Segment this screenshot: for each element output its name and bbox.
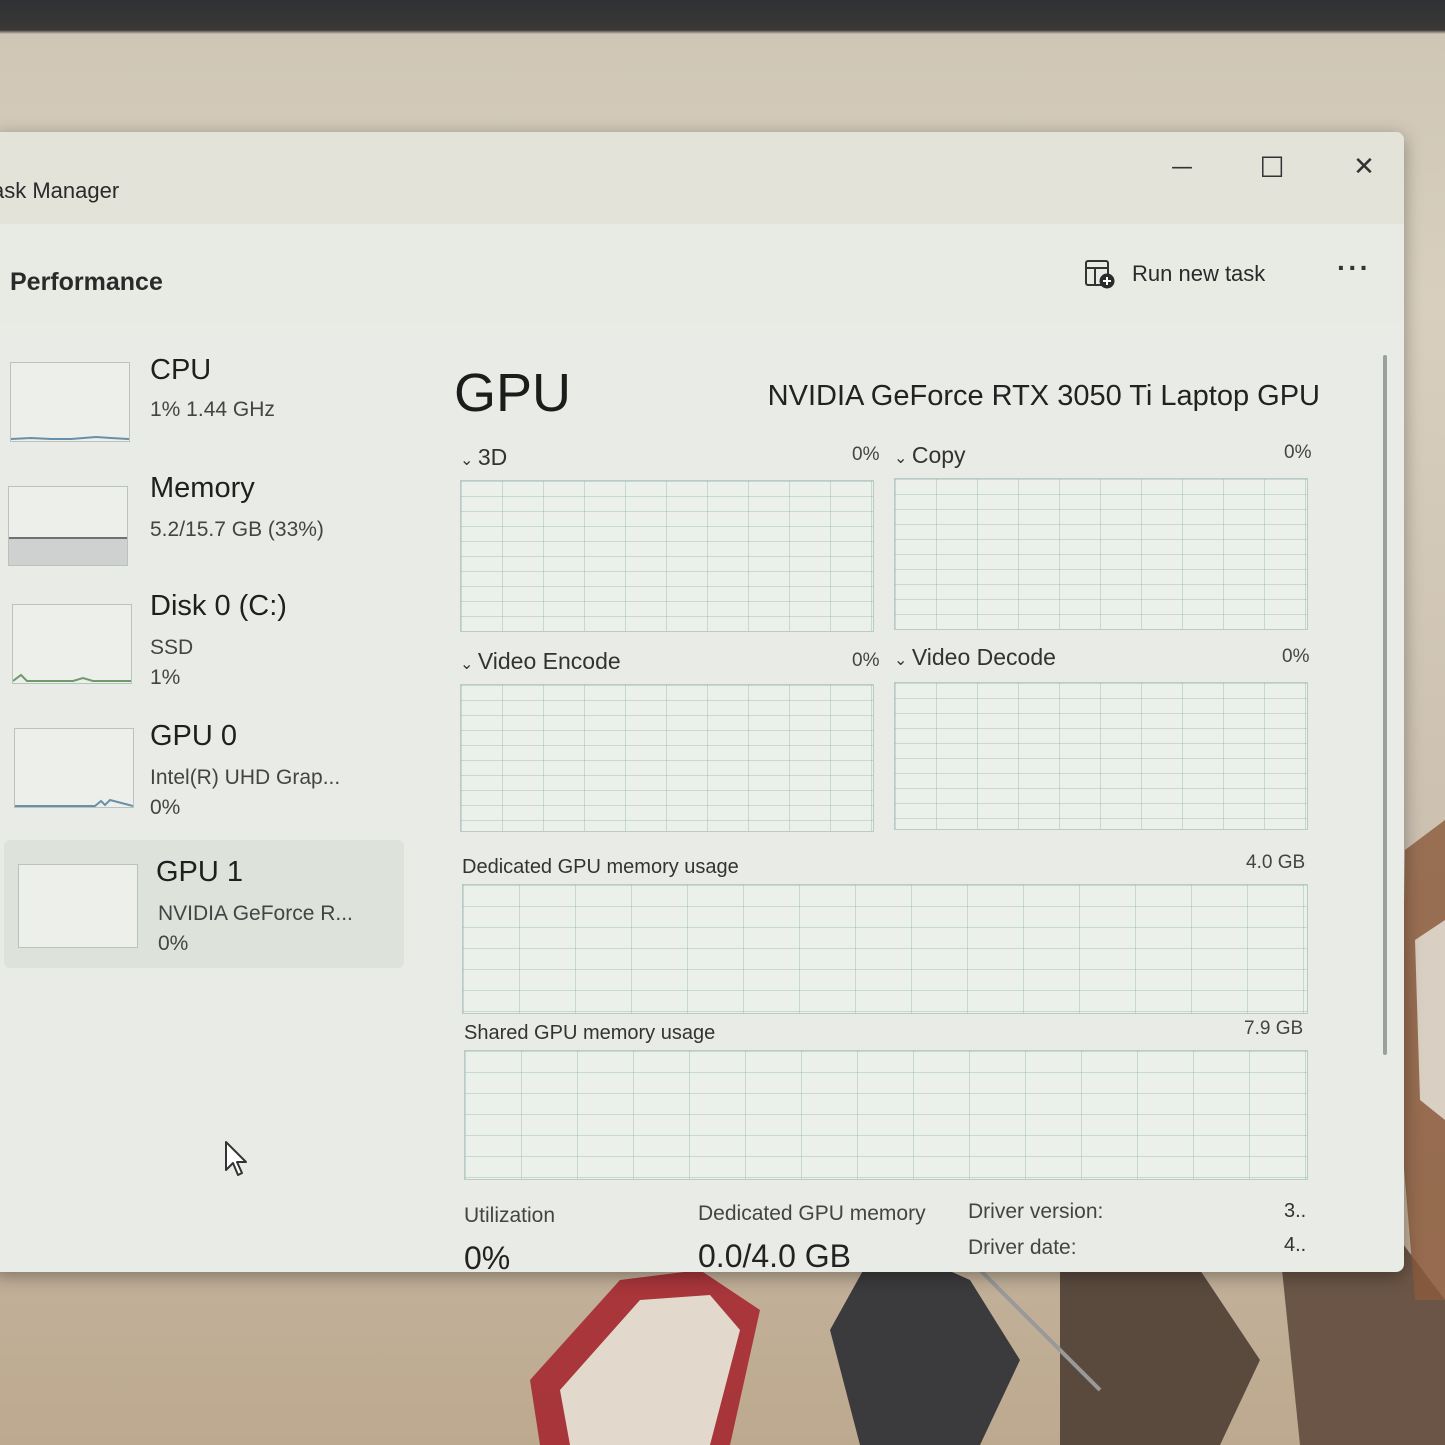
sidebar-item-value: 1% (150, 666, 181, 689)
chevron-down-icon: ⌄ (460, 656, 478, 673)
sidebar-item-label: GPU 0 (150, 720, 238, 752)
memory-usage-fill (9, 537, 127, 565)
gpu0-thumbnail-graph (14, 728, 134, 808)
maximize-button[interactable]: ☐ (1242, 142, 1302, 192)
cpu-thumbnail-graph (10, 362, 130, 442)
graph-video-encode (460, 684, 874, 832)
graph-3d (460, 480, 874, 632)
sidebar-item-gpu0[interactable]: GPU 0 Intel(R) UHD Grap... 0% (4, 720, 404, 840)
engine-label: Video Decode (911, 644, 1056, 670)
sidebar-item-detail: Intel(R) UHD Grap... (150, 766, 341, 789)
graph-copy (894, 478, 1308, 630)
memory-thumbnail-graph (8, 486, 128, 566)
engine-label: 3D (477, 444, 508, 470)
driver-version-label: Driver version: (968, 1200, 1104, 1223)
run-new-task-button[interactable]: Run new task (1084, 254, 1265, 294)
dedicated-memory-label: Dedicated GPU memory usage (462, 856, 739, 878)
graph-shared-memory (464, 1050, 1308, 1180)
mouse-pointer-icon (225, 1141, 247, 1176)
sidebar-item-label: Memory (150, 472, 255, 504)
sidebar-item-disk[interactable]: Disk 0 (C:) SSD 1% (4, 590, 404, 710)
more-options-button[interactable]: ··· (1337, 252, 1371, 284)
engine-percent: 0% (852, 444, 880, 465)
graph-video-decode (894, 682, 1308, 830)
graph-dedicated-memory (462, 884, 1308, 1014)
close-icon: ✕ (1353, 152, 1375, 182)
gpu-details-panel: GPU NVIDIA GeForce RTX 3050 Ti Laptop GP… (442, 332, 1342, 1272)
sidebar-item-label: GPU 1 (156, 856, 244, 888)
sidebar-item-value: 0% (150, 796, 181, 819)
utilization-label: Utilization (464, 1204, 556, 1227)
window-title: ask Manager (0, 178, 120, 203)
sidebar-item-value: 0% (158, 932, 189, 955)
run-task-icon (1085, 260, 1115, 289)
driver-date-value: 4.. (1284, 1234, 1307, 1256)
sidebar-item-detail: NVIDIA GeForce R... (158, 902, 353, 925)
sidebar-item-detail: 1% 1.44 GHz (150, 398, 275, 421)
chevron-down-icon: ⌄ (460, 452, 478, 469)
sidebar-item-cpu[interactable]: CPU 1% 1.44 GHz (4, 354, 404, 474)
sidebar-item-memory[interactable]: Memory 5.2/15.7 GB (33%) (4, 472, 404, 592)
shared-memory-label: Shared GPU memory usage (464, 1022, 716, 1044)
engine-label: Copy (911, 442, 966, 468)
dedicated-memory-max: 4.0 GB (1246, 852, 1306, 873)
engine-selector-video-decode[interactable]: ⌄ Video Decode (894, 644, 1056, 671)
engine-selector-video-encode[interactable]: ⌄ Video Encode (460, 648, 621, 675)
page-title: Performance (10, 268, 163, 296)
sidebar-item-detail: SSD (150, 636, 194, 659)
engine-selector-copy[interactable]: ⌄ Copy (894, 442, 966, 469)
sidebar-item-detail: 5.2/15.7 GB (33%) (150, 518, 324, 541)
vertical-scrollbar[interactable] (1383, 355, 1387, 1055)
engine-percent: 0% (1284, 442, 1312, 463)
page-header: Performance Run new task ··· (0, 224, 1404, 324)
maximize-icon: ☐ (1259, 150, 1285, 184)
chevron-down-icon: ⌄ (894, 652, 912, 669)
driver-version-value: 3.. (1284, 1200, 1307, 1222)
driver-date-label: Driver date: (968, 1236, 1077, 1259)
title-bar[interactable]: ask Manager — ☐ ✕ (0, 132, 1404, 224)
engine-percent: 0% (852, 650, 880, 671)
task-manager-window: ask Manager — ☐ ✕ Performance Run new ta… (0, 132, 1404, 1272)
minimize-button[interactable]: — (1152, 142, 1212, 192)
minimize-icon: — (1171, 154, 1193, 180)
performance-sidebar: CPU 1% 1.44 GHz Memory 5.2/15.7 GB (33%)… (0, 332, 412, 1272)
sidebar-item-label: Disk 0 (C:) (150, 590, 287, 622)
gpu-heading: GPU (454, 363, 572, 423)
utilization-value: 0% (464, 1240, 511, 1272)
disk-thumbnail-graph (12, 604, 132, 684)
gpu-model-name: NVIDIA GeForce RTX 3050 Ti Laptop GPU (767, 380, 1320, 412)
sidebar-item-label: CPU (150, 354, 212, 386)
close-button[interactable]: ✕ (1334, 142, 1394, 192)
engine-label: Video Encode (477, 648, 621, 674)
sidebar-item-gpu1[interactable]: GPU 1 NVIDIA GeForce R... 0% (4, 840, 404, 968)
dedicated-gpu-memory-label: Dedicated GPU memory (698, 1202, 926, 1225)
gpu1-thumbnail-graph (18, 864, 138, 948)
engine-selector-3d[interactable]: ⌄ 3D (460, 444, 507, 471)
run-new-task-label: Run new task (1132, 261, 1266, 286)
engine-percent: 0% (1282, 646, 1310, 667)
chevron-down-icon: ⌄ (894, 450, 912, 467)
dedicated-gpu-memory-value: 0.0/4.0 GB (698, 1238, 851, 1272)
shared-memory-max: 7.9 GB (1244, 1018, 1304, 1039)
